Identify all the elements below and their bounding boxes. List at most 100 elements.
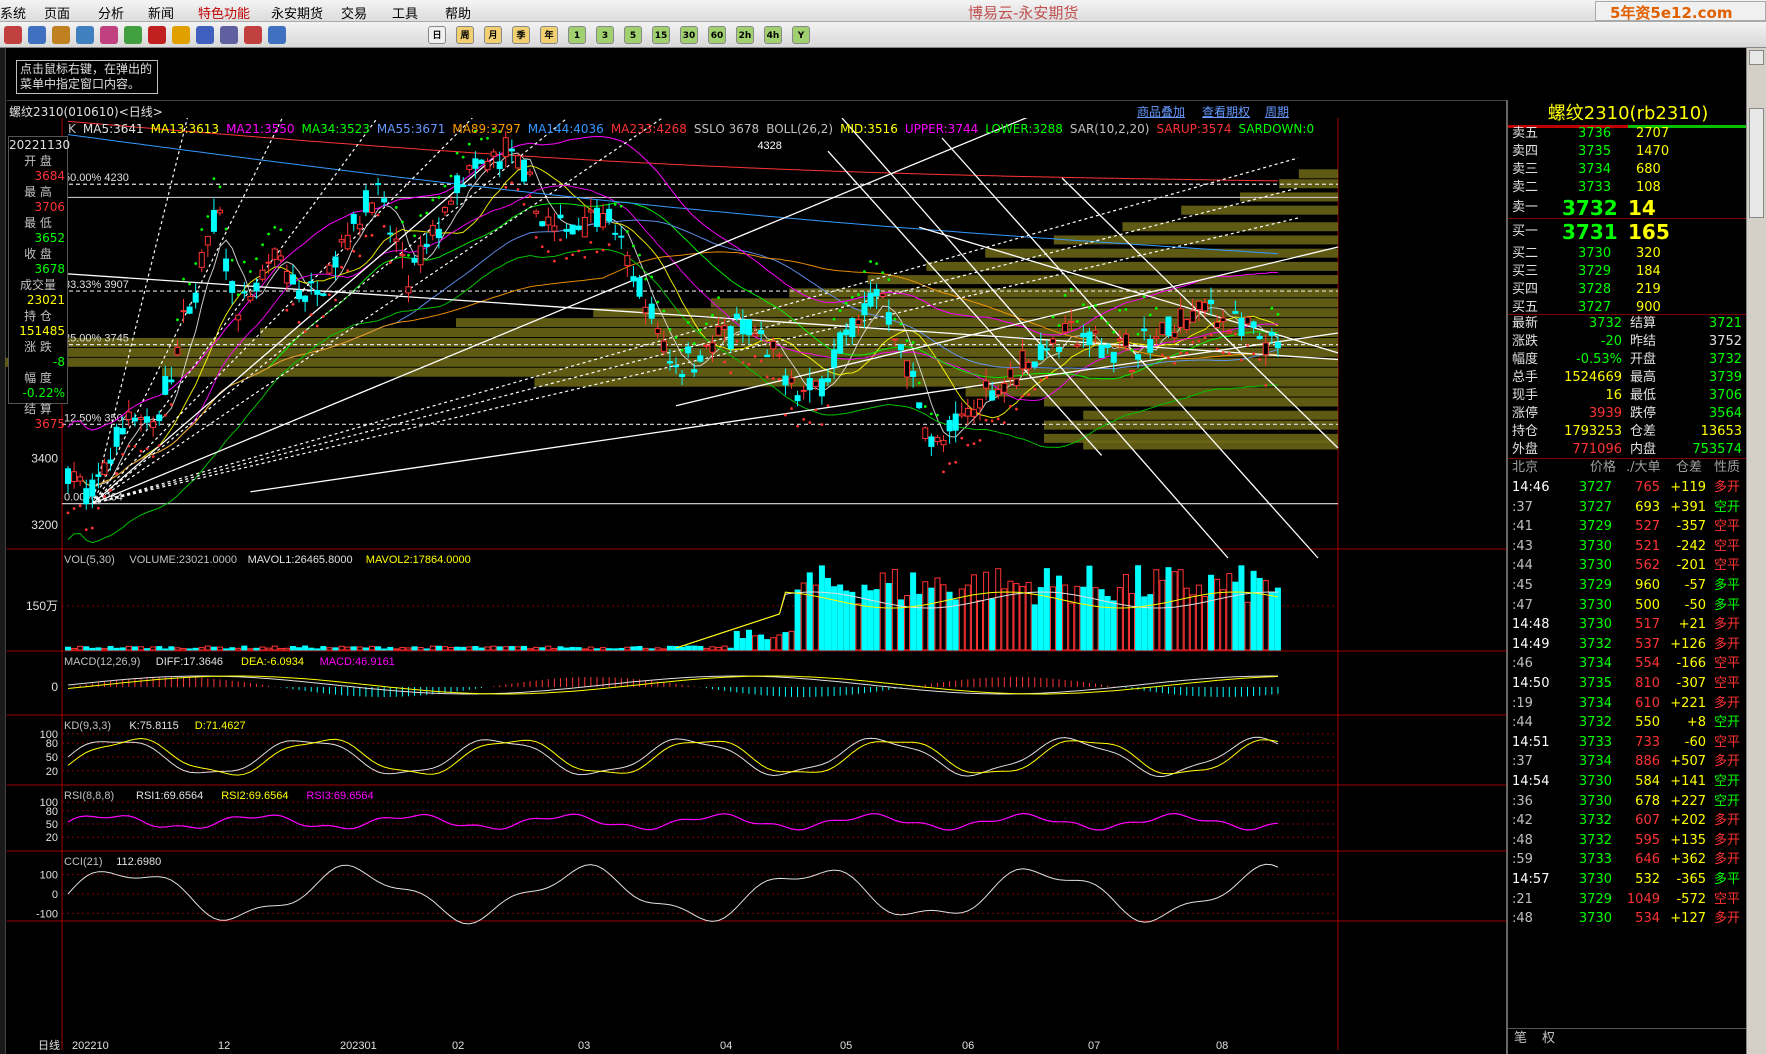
menu-item-5[interactable]: 永安期货 — [271, 3, 323, 22]
sar-dot — [1002, 421, 1006, 425]
menu-item-0[interactable]: 系统 — [0, 3, 26, 22]
volume-bar — [1256, 577, 1263, 651]
tick-time: 14:48 — [1512, 617, 1550, 633]
candle-body — [934, 436, 941, 443]
sar-dot — [121, 453, 125, 456]
volume-bar — [1250, 570, 1257, 651]
period-button-2[interactable]: 月 — [484, 26, 502, 44]
period-button-8[interactable]: 15 — [652, 26, 670, 44]
volume-bar — [891, 569, 898, 651]
sar-dot — [832, 317, 836, 321]
sar-dot — [1258, 358, 1262, 361]
daily-value-9: 3675 — [34, 417, 65, 431]
candle-body — [946, 420, 953, 432]
sar-dot — [449, 174, 453, 178]
bottom-tab-1[interactable]: 权 — [1542, 1029, 1555, 1049]
period-button-11[interactable]: 2h — [736, 26, 754, 44]
macd-line-0 — [67, 675, 1278, 695]
candle-body — [1165, 316, 1172, 336]
candle-body — [283, 270, 290, 284]
vertical-scrollbar[interactable] — [1746, 48, 1766, 1054]
sar-dot — [328, 293, 331, 297]
ask-price: 3733 — [1578, 180, 1612, 195]
period-button-7[interactable]: 5 — [624, 26, 642, 44]
period-button-10[interactable]: 60 — [708, 26, 726, 44]
scroll-thumb[interactable] — [1749, 108, 1764, 218]
tool-icon-10[interactable] — [244, 26, 262, 44]
sar-dot — [972, 442, 976, 446]
candle-body — [593, 207, 600, 227]
menu-item-3[interactable]: 新闻 — [148, 3, 174, 22]
volume-bar — [89, 647, 96, 651]
volume-bar — [411, 646, 418, 651]
main-chart[interactable]: 50.00% 4230 33.33% 3907 25.00% 3745 12.50% … — [0, 118, 1506, 1050]
daily-label-7: 涨 跌 — [24, 340, 52, 354]
tick-header-1: 价格 — [1590, 460, 1617, 475]
period-button-0[interactable]: 日 — [428, 26, 446, 44]
candle-body — [168, 379, 175, 383]
bottom-tab-0[interactable]: 笔 — [1514, 1029, 1527, 1049]
volume-bar — [265, 647, 272, 651]
candle-body — [897, 344, 904, 351]
period-button-3[interactable]: 季 — [512, 26, 530, 44]
period-button-5[interactable]: 1 — [568, 26, 586, 44]
candle-body — [1262, 342, 1269, 356]
period-button-4[interactable]: 年 — [540, 26, 558, 44]
tool-icon-9[interactable] — [220, 26, 238, 44]
sar-dot — [382, 224, 386, 228]
candle-body — [904, 360, 911, 378]
menu-item-6[interactable]: 交易 — [341, 3, 367, 22]
tool-icon-0[interactable] — [4, 26, 22, 44]
tool-icon-3[interactable] — [76, 26, 94, 44]
tool-icon-7[interactable] — [172, 26, 190, 44]
menu-item-4[interactable]: 特色功能 — [198, 3, 250, 22]
candle-body — [849, 318, 856, 338]
candle-body — [496, 161, 503, 170]
period-button-1[interactable]: 周 — [456, 26, 474, 44]
sar-dot — [796, 424, 799, 428]
volume-bar — [563, 647, 570, 651]
candle-body — [460, 184, 467, 188]
tool-icon-8[interactable] — [196, 26, 214, 44]
tick-time: 14:57 — [1512, 872, 1550, 887]
tool-icon-2[interactable] — [52, 26, 70, 44]
daily-label-8: 幅 度 — [24, 371, 52, 385]
tool-icon-5[interactable] — [124, 26, 142, 44]
daily-label-0: 20221130 — [9, 138, 71, 152]
period-button-12[interactable]: 4h — [764, 26, 782, 44]
tool-icon-6[interactable] — [148, 26, 166, 44]
volume-bar — [344, 646, 351, 651]
menu-item-1[interactable]: 页面 — [44, 3, 70, 22]
tool-icon-1[interactable] — [28, 26, 46, 44]
menu-item-8[interactable]: 帮助 — [445, 3, 471, 22]
scroll-up-icon[interactable] — [1749, 50, 1764, 65]
sar-dot — [960, 436, 964, 440]
candle-body — [673, 365, 679, 368]
sar-dot — [717, 296, 720, 300]
menu-item-2[interactable]: 分析 — [98, 3, 124, 22]
period-button-6[interactable]: 3 — [596, 26, 614, 44]
tick-type: 多开 — [1714, 832, 1741, 848]
period-button-9[interactable]: 30 — [680, 26, 698, 44]
sar-dot — [808, 421, 812, 424]
period-button-13[interactable]: Y — [792, 26, 810, 44]
tool-icon-4[interactable] — [100, 26, 118, 44]
volume-bar — [1244, 601, 1251, 651]
volume-bar — [429, 645, 436, 651]
volume-bar — [831, 586, 838, 651]
tick-oi: +21 — [1678, 617, 1706, 633]
volume-bar — [399, 647, 406, 651]
menu-item-7[interactable]: 工具 — [392, 3, 418, 22]
volume-bar — [843, 590, 850, 651]
tick-oi: +8 — [1686, 715, 1706, 731]
volume-bar — [545, 645, 552, 651]
sar-dot — [1167, 356, 1170, 360]
volume-bar — [861, 584, 868, 651]
tick-row-9: :46 3734 554 -166 空平 — [1508, 654, 1748, 674]
tick-volume: 678 — [1635, 793, 1660, 809]
tick-volume: 610 — [1635, 695, 1660, 711]
rsi_header-label-2: RSI2:69.6564 — [221, 790, 288, 802]
tool-icon-11[interactable] — [268, 26, 286, 44]
tick-price: 3732 — [1578, 813, 1612, 829]
tick-time: :43 — [1512, 538, 1533, 554]
